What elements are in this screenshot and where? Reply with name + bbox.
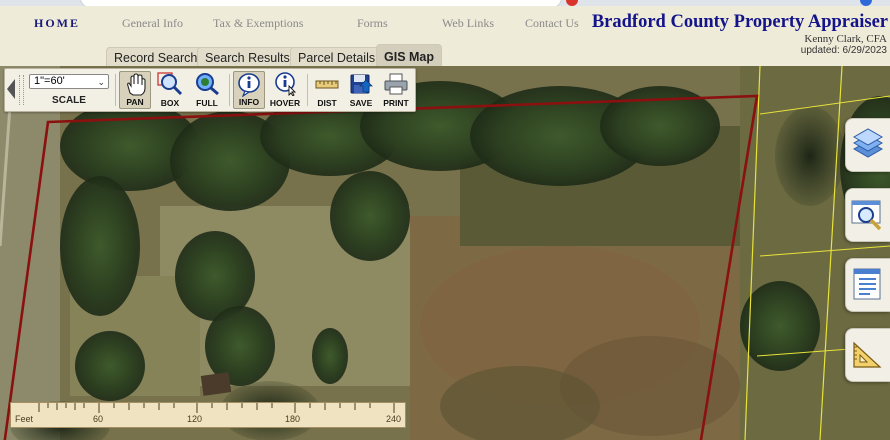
info-label: INFO xyxy=(238,97,260,107)
map-toolbar: 1"=60' ⌄ SCALE PAN BOX FULL INFO HOVER D… xyxy=(4,68,416,112)
zoom-box-icon xyxy=(157,72,183,96)
scale-select[interactable]: 1"=60' ⌄ xyxy=(29,74,109,89)
full-extent-button[interactable]: FULL xyxy=(189,71,225,109)
hover-label: HOVER xyxy=(269,98,301,108)
pan-button[interactable]: PAN xyxy=(119,71,151,109)
ruler-unit: Feet xyxy=(15,414,34,424)
printer-icon xyxy=(384,73,408,95)
collapse-toolbar-icon[interactable] xyxy=(7,79,15,99)
toolbar-grip[interactable] xyxy=(19,75,24,105)
updated-date: updated: 6/29/2023 xyxy=(800,45,887,56)
search-map-icon xyxy=(851,200,882,231)
measure-icon xyxy=(853,341,882,368)
layers-button[interactable] xyxy=(845,118,890,172)
hover-button[interactable]: HOVER xyxy=(267,71,303,109)
box-label: BOX xyxy=(160,98,180,108)
hand-icon xyxy=(127,73,146,96)
chevron-down-icon: ⌄ xyxy=(97,77,105,87)
pan-label: PAN xyxy=(126,97,144,107)
dist-label: DIST xyxy=(317,98,337,108)
info-button[interactable]: INFO xyxy=(233,71,265,109)
site-title: Bradford County Property Appraiser xyxy=(591,12,888,32)
scale-value: 1"=60' xyxy=(34,75,65,87)
ruler-tick-60: 60 xyxy=(93,414,104,424)
toolbar-separator xyxy=(229,74,230,106)
ruler-tick-180: 180 xyxy=(285,414,301,424)
ruler-icon xyxy=(315,80,339,89)
document-icon xyxy=(853,268,881,300)
print-label: PRINT xyxy=(383,98,409,108)
toolbar-separator xyxy=(115,74,116,106)
distance-button[interactable]: DIST xyxy=(311,71,343,109)
save-label: SAVE xyxy=(349,98,373,108)
scale-label: SCALE xyxy=(52,95,86,106)
nav-forms[interactable]: Forms xyxy=(357,16,388,31)
ruler-ticks xyxy=(38,403,395,413)
ruler-tick-240: 240 xyxy=(386,414,402,424)
measure-button[interactable] xyxy=(845,328,890,382)
document-button[interactable] xyxy=(845,258,890,312)
aerial-imagery xyxy=(0,66,890,440)
site-header: HOME General Info Tax & Exemptions Forms… xyxy=(0,6,890,69)
nav-tax-exemptions[interactable]: Tax & Exemptions xyxy=(213,16,303,31)
scale-ruler: Feet 60 120 180 240 xyxy=(10,402,406,428)
search-map-button[interactable] xyxy=(845,188,890,242)
hover-info-icon xyxy=(275,72,297,96)
nav-web-links[interactable]: Web Links xyxy=(442,16,494,31)
layers-icon xyxy=(852,128,884,158)
nav-general-info[interactable]: General Info xyxy=(122,16,183,31)
box-zoom-button[interactable]: BOX xyxy=(153,71,187,109)
zoom-full-icon xyxy=(196,73,219,96)
toolbar-separator xyxy=(307,74,308,106)
gis-map-view[interactable] xyxy=(0,66,890,440)
save-button[interactable]: SAVE xyxy=(345,71,377,109)
info-icon xyxy=(238,73,260,97)
print-button[interactable]: PRINT xyxy=(379,71,413,109)
full-label: FULL xyxy=(196,98,218,108)
nav-home[interactable]: HOME xyxy=(34,16,80,31)
nav-contact-us[interactable]: Contact Us xyxy=(525,16,579,31)
ruler-tick-120: 120 xyxy=(187,414,203,424)
save-icon xyxy=(350,74,373,94)
appraiser-name: Kenny Clark, CFA xyxy=(804,33,887,45)
